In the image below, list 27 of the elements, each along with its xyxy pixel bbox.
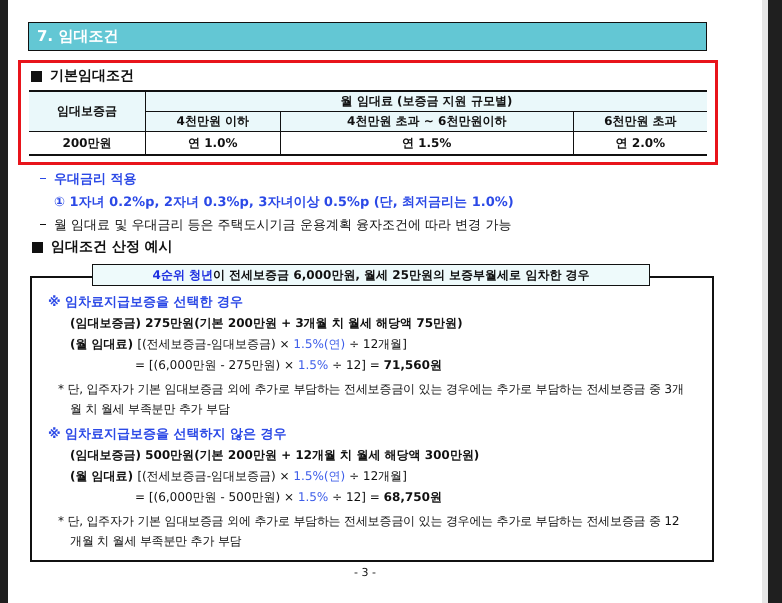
note-text: 우대금리 적용 [54,170,137,188]
table-header: 월 임대료 (보증금 지원 규모별) [146,91,707,112]
formula-line: (임대보증금) 275만원(기본 200만원 + 3개월 치 월세 해당액 75만원) [69,315,464,332]
note-text: 월 임대료 및 우대금리 등은 주택도시기금 운용계획 융자조건에 따라 변경 가능 [54,216,512,234]
section-title: 임대조건 산정 예시 [51,238,173,256]
page-number: - 3 - [353,566,377,579]
formula-line: = [(6,000만원 - 500만원) × 1.5% ÷ 12] = 68,750원 [134,489,443,506]
table-header: 4천만원 초과 ~ 6천만원이하 [280,112,574,132]
case-heading: ※ 임차료지급보증을 선택하지 않은 경우 [48,426,288,444]
formula-line: (월 임대료) [(전세보증금-임대보증금) × 1.5%(연) ÷ 12개월] [69,336,408,353]
dash-bullet-icon [40,224,46,226]
table-header: 6천만원 초과 [573,112,707,132]
formula-line: = [(6,000만원 - 275만원) × 1.5% ÷ 12] = 71,560원 [134,357,443,374]
table-header: 4천만원 이하 [146,112,280,132]
section-title: 기본임대조건 [50,67,134,85]
case-heading: ※ 임차료지급보증을 선택한 경우 [48,294,244,312]
table-header: 임대보증금 [29,91,146,132]
square-bullet-icon [32,242,43,252]
example-caption: 4순위 청년이 전세보증금 6,000만원, 월세 25만원의 보증부월세로 임차한 경우 [92,264,650,286]
formula-line: (월 임대료) [(전세보증금-임대보증금) × 1.5%(연) ÷ 12개월] [69,468,408,485]
dash-bullet-icon [40,178,46,180]
section-header: 7. 임대조건 [28,22,707,51]
footnote: * 단, 입주자가 기본 임대보증금 외에 추가로 부담하는 전세보증금이 있는 경우에는 추가로 부담하는 전세보증금 중 3개월 치 월세 부족분만 추가 부담 [57,381,685,418]
note-text: ① 1자녀 0.2%p, 2자녀 0.3%p, 3자녀이상 0.5%p (단, 최저금리는 1.0%) [54,194,514,210]
formula-line: (임대보증금) 500만원(기본 200만원 + 12개월 치 월세 해당액 300만원) [69,447,480,464]
square-bullet-icon [31,70,42,82]
footnote: * 단, 입주자가 기본 임대보증금 외에 추가로 부담하는 전세보증금이 있는 경우에는 추가로 부담하는 전세보증금 중 12개월 치 월세 부족분만 추가 부담 [57,513,680,550]
